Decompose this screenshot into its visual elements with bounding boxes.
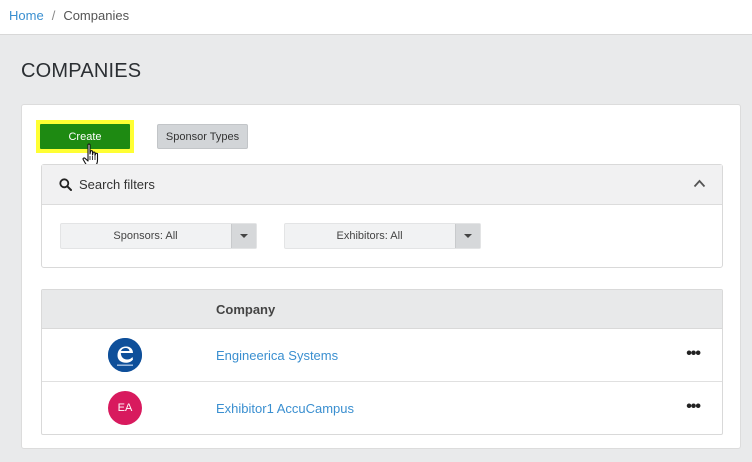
table-header: Company	[42, 290, 722, 329]
search-icon	[59, 178, 72, 191]
sponsors-select[interactable]: Sponsors: All	[60, 223, 257, 249]
search-filters-header[interactable]: Search filters	[42, 165, 722, 205]
caret-down-icon	[464, 234, 472, 238]
more-actions-icon[interactable]: •••	[686, 345, 701, 363]
page-title: COMPANIES	[21, 60, 142, 82]
breadcrumb-current: Companies	[63, 8, 130, 23]
search-filters-title: Search filters	[79, 177, 155, 192]
top-bar: Home / Companies	[0, 0, 752, 35]
engineerica-logo-icon	[108, 338, 142, 372]
table-row: EA Exhibitor1 AccuCampus •••	[42, 382, 722, 435]
companies-table: Company Engineerica Systems ••• EA Exhib…	[41, 289, 723, 435]
exhibitors-select-value: Exhibitors: All	[336, 230, 403, 242]
sponsors-select-toggle[interactable]	[231, 224, 256, 248]
breadcrumb-home-link[interactable]: Home	[9, 8, 44, 23]
caret-down-icon	[240, 234, 248, 238]
company-link[interactable]: Engineerica Systems	[216, 348, 338, 363]
sponsor-types-button[interactable]: Sponsor Types	[157, 124, 248, 149]
search-filters-panel: Search filters Sponsors: All Exhibitors:…	[41, 164, 723, 268]
column-header-company[interactable]: Company	[216, 302, 275, 317]
more-actions-icon[interactable]: •••	[686, 398, 701, 416]
company-link[interactable]: Exhibitor1 AccuCampus	[216, 401, 354, 416]
company-avatar	[108, 338, 142, 372]
exhibitors-select[interactable]: Exhibitors: All	[284, 223, 481, 249]
sponsors-select-value: Sponsors: All	[113, 230, 178, 242]
exhibitors-select-toggle[interactable]	[455, 224, 480, 248]
companies-card: Create Sponsor Types Search filters Spon…	[21, 104, 741, 449]
table-row: Engineerica Systems •••	[42, 329, 722, 382]
breadcrumb: Home / Companies	[9, 8, 129, 23]
breadcrumb-separator: /	[51, 8, 56, 23]
chevron-up-icon[interactable]	[693, 179, 706, 188]
company-avatar: EA	[108, 391, 142, 425]
